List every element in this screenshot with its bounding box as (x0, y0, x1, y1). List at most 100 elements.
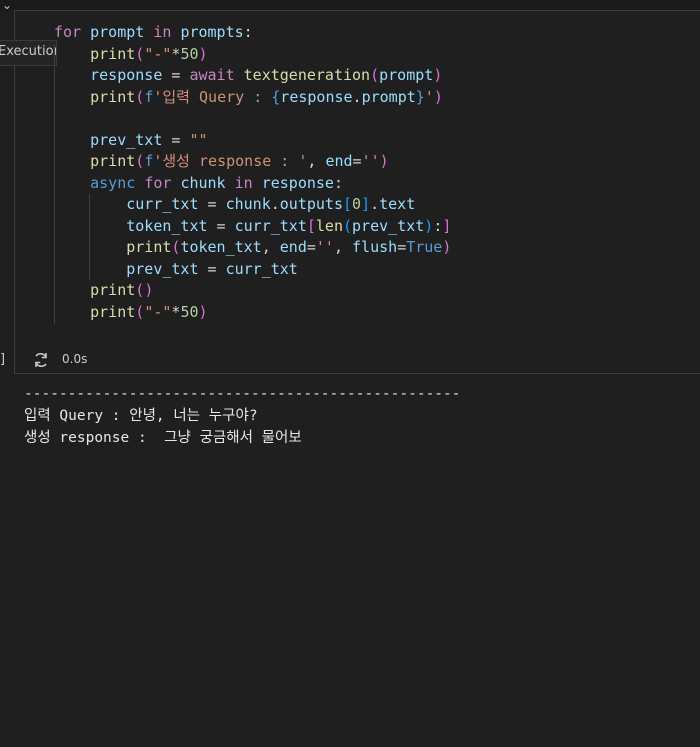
code-token: print (90, 87, 136, 106)
code-line: print("-"*50) (54, 44, 208, 65)
code-token: , (307, 152, 326, 170)
code-token: '생성 response : ' (153, 152, 308, 170)
code-token: print (90, 152, 136, 170)
code-line: print() (54, 280, 153, 301)
code-token: [ (343, 195, 353, 213)
code-token: ) (433, 66, 443, 84)
code-token: = (198, 195, 226, 213)
execution-time: 0.0s (62, 352, 88, 366)
code-token: prev_txt (90, 130, 163, 149)
code-token: "" (189, 130, 208, 149)
code-token: end (325, 152, 353, 170)
execution-count-bracket: ] (0, 352, 6, 367)
code-token: : (333, 173, 343, 192)
code-token: len (315, 216, 343, 235)
code-token: ) (442, 238, 452, 256)
code-token: = (207, 216, 235, 235)
code-token: end (279, 238, 307, 256)
code-token: prompts (180, 23, 244, 41)
execution-tab[interactable]: Execution (0, 40, 57, 66)
code-token: ( (370, 66, 380, 84)
code-token: prev_txt (352, 216, 425, 235)
code-token: ] (361, 195, 371, 213)
code-token: prompt (361, 87, 416, 106)
code-line: print(token_txt, end='', flush=True) (54, 237, 451, 258)
code-token: outputs (279, 195, 343, 213)
code-token: = (306, 238, 316, 256)
code-token: for (144, 173, 172, 192)
code-token: ( (135, 302, 145, 321)
code-line: async for chunk in response: (54, 173, 343, 194)
code-token: response (280, 87, 353, 106)
code-token: ( (135, 87, 145, 106)
code-token: print (126, 238, 172, 256)
code-token: await (189, 66, 235, 84)
refresh-icon[interactable] (32, 351, 50, 369)
code-token: chunk (180, 173, 226, 192)
code-token: [ (306, 216, 316, 235)
code-token: curr_txt (234, 216, 307, 235)
code-token: token_txt (180, 238, 262, 256)
code-token: ) (198, 44, 208, 63)
code-token: print (90, 302, 136, 321)
code-token: = (162, 66, 190, 84)
code-token: in (234, 173, 253, 192)
code-token: ( (135, 281, 145, 299)
code-token: flush (352, 238, 398, 256)
code-token: curr_txt (126, 195, 199, 213)
code-token: in (153, 23, 172, 41)
code-line: for prompt in prompts: (54, 22, 253, 43)
code-token: "-" (144, 302, 172, 321)
code-token: ( (135, 152, 145, 170)
code-line: token_txt = curr_txt[len(prev_txt):] (54, 216, 451, 237)
code-token: { (271, 87, 281, 106)
code-token: response (90, 66, 163, 84)
output-separator-line: ----------------------------------------… (24, 386, 461, 402)
code-token: . (370, 195, 380, 213)
code-token: . (352, 87, 362, 106)
code-token: '' (361, 152, 380, 170)
code-token: prompt (379, 66, 434, 84)
code-token: 50 (180, 302, 199, 321)
code-token: f (144, 87, 154, 106)
cell-output: ----------------------------------------… (0, 375, 700, 747)
chevron-down-icon[interactable]: ⌄ (2, 0, 12, 12)
code-token: response (261, 173, 334, 192)
code-token: ( (343, 216, 353, 235)
code-token: prev_txt (126, 259, 199, 278)
code-token: : (243, 23, 253, 41)
code-token: print (90, 44, 136, 63)
code-token: ) (144, 281, 154, 299)
code-token: ) (424, 216, 434, 235)
top-edge (0, 0, 700, 10)
code-token: ' (424, 87, 434, 106)
code-token: ( (135, 44, 145, 63)
code-line: prev_txt = curr_txt (54, 259, 298, 280)
code-token: async (90, 173, 136, 192)
code-token: : (433, 216, 443, 235)
code-token: = (352, 152, 362, 170)
code-token: '' (315, 238, 334, 256)
output-query-line: 입력 Query : 안녕, 너는 누구야? (24, 408, 258, 424)
code-token: chunk (225, 195, 271, 213)
code-token: ] (442, 216, 452, 235)
code-token: , (261, 238, 280, 256)
code-token: . (270, 195, 280, 213)
code-token: token_txt (126, 216, 208, 235)
